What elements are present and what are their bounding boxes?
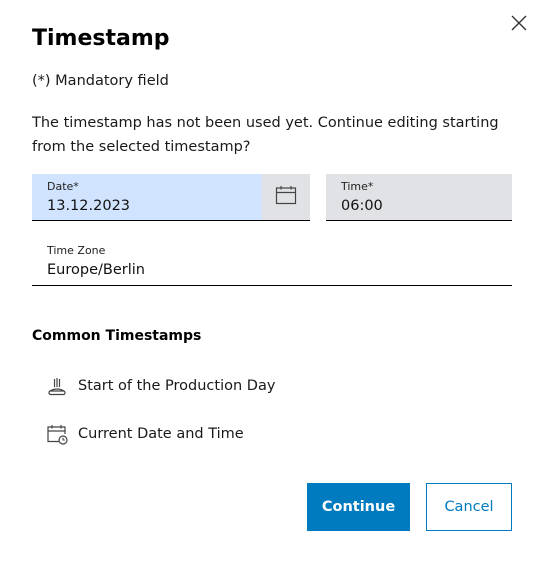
timezone-label: Time Zone <box>47 244 106 257</box>
current-date-and-time-label: Current Date and Time <box>78 426 244 442</box>
current-date-and-time-option[interactable]: Current Date and Time <box>46 420 244 448</box>
mandatory-field-note: (*) Mandatory field <box>32 73 169 89</box>
close-icon <box>510 14 528 36</box>
timestamp-dialog: Timestamp (*) Mandatory field The timest… <box>0 0 544 563</box>
start-of-production-day-option[interactable]: Start of the Production Day <box>46 372 275 400</box>
calendar-clock-icon <box>46 423 68 445</box>
dialog-message: The timestamp has not been used yet. Con… <box>32 115 499 155</box>
time-field[interactable]: Time* 06:00 <box>326 174 512 221</box>
time-value[interactable]: 06:00 <box>341 196 383 216</box>
date-label: Date* <box>47 180 79 193</box>
dialog-title: Timestamp <box>32 26 170 51</box>
date-field[interactable]: Date* 13.12.2023 <box>32 174 310 221</box>
cancel-button[interactable]: Cancel <box>426 483 512 531</box>
date-value[interactable]: 13.12.2023 <box>47 196 130 216</box>
time-label: Time* <box>341 180 374 193</box>
calendar-icon <box>275 185 297 209</box>
start-of-production-day-label: Start of the Production Day <box>78 378 276 394</box>
production-start-icon <box>46 375 68 397</box>
date-picker-button[interactable] <box>262 174 310 220</box>
continue-button[interactable]: Continue <box>307 483 410 531</box>
timezone-value[interactable]: Europe/Berlin <box>47 260 145 280</box>
close-button[interactable] <box>506 12 532 38</box>
common-timestamps-heading: Common Timestamps <box>32 328 202 344</box>
timezone-field[interactable]: Time Zone Europe/Berlin <box>32 238 512 286</box>
